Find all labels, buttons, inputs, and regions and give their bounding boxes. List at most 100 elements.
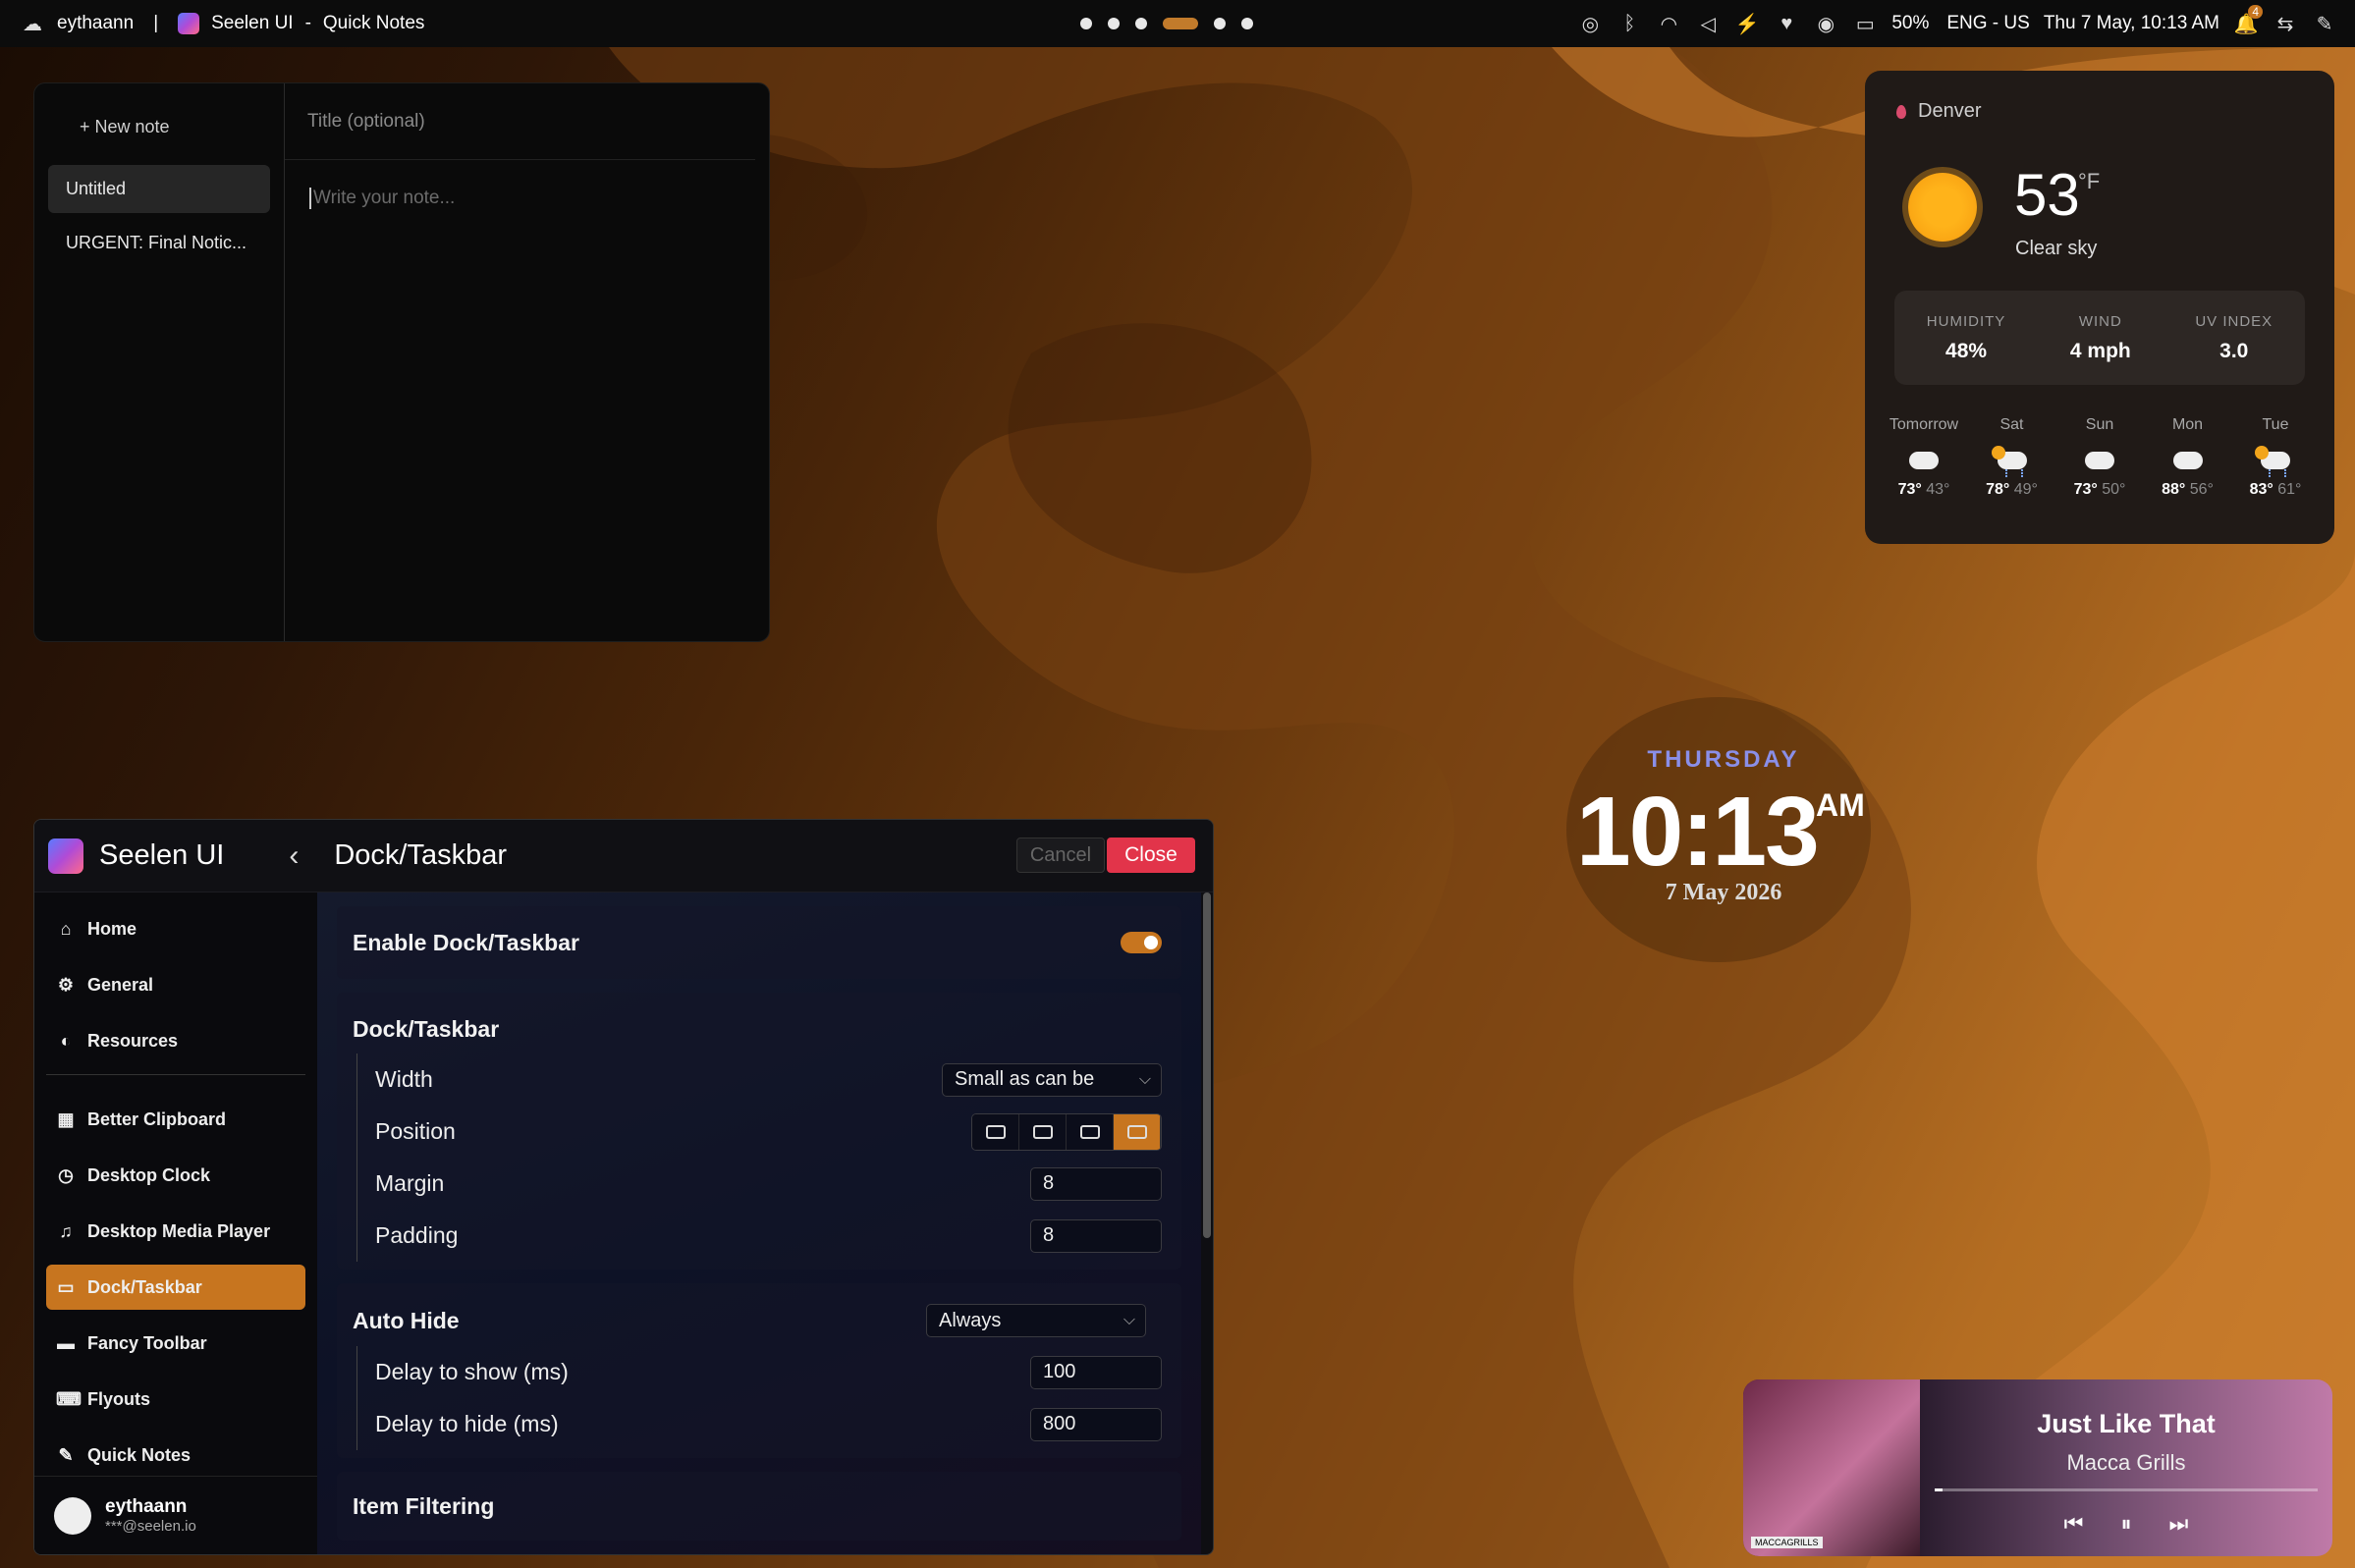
stat-humidity: HUMIDITY 48% bbox=[1927, 313, 2006, 363]
workspace-dot-5[interactable] bbox=[1214, 18, 1226, 29]
volume-icon[interactable]: ◁ bbox=[1695, 11, 1721, 36]
top-bar-separator: | bbox=[153, 13, 159, 33]
cancel-button[interactable]: Cancel bbox=[1016, 838, 1105, 873]
sidebar-item-general[interactable]: ⚙ General bbox=[46, 962, 305, 1007]
enable-label: Enable Dock/Taskbar bbox=[353, 929, 579, 955]
weather-unit: °F bbox=[2078, 169, 2101, 193]
sidebar-item-desktop-clock[interactable]: ◷ Desktop Clock bbox=[46, 1153, 305, 1198]
forecast-low: 49° bbox=[2013, 481, 2038, 498]
settings-toggle-icon[interactable]: ⇆ bbox=[2273, 11, 2298, 36]
sidebar-divider bbox=[46, 1074, 305, 1075]
note-title-field[interactable]: Title (optional) bbox=[285, 83, 755, 160]
forecast-day-name: Sun bbox=[2085, 416, 2114, 433]
seelen-app-icon bbox=[178, 13, 200, 34]
forecast-day: Sat 78° 49° bbox=[1971, 416, 2054, 499]
cover-label: MACCAGRILLS bbox=[1751, 1537, 1823, 1548]
top-bar: ☁ eythaann | Seelen UI - Quick Notes ◎ ᛒ… bbox=[0, 0, 2355, 47]
workspace-dot-2[interactable] bbox=[1108, 18, 1120, 29]
sidebar-item-label: Dock/Taskbar bbox=[87, 1276, 202, 1297]
margin-value: 8 bbox=[1043, 1172, 1055, 1194]
forecast-high: 83° bbox=[2249, 481, 2273, 498]
delay-show-input[interactable]: 100 bbox=[1030, 1355, 1162, 1389]
album-cover: MACCAGRILLS bbox=[1743, 1379, 1920, 1556]
note-body-field[interactable]: Write your note... bbox=[285, 160, 769, 209]
position-selector bbox=[971, 1112, 1162, 1151]
close-button[interactable]: Close bbox=[1107, 838, 1195, 873]
workspace-dot-1[interactable] bbox=[1080, 18, 1092, 29]
settings-scrollbar[interactable] bbox=[1203, 892, 1211, 1238]
top-bar-app-name[interactable]: Seelen UI bbox=[211, 13, 293, 34]
item-filtering-label: Item Filtering bbox=[353, 1492, 495, 1519]
padding-input[interactable]: 8 bbox=[1030, 1218, 1162, 1253]
weather-temperature: 53 bbox=[2014, 162, 2080, 228]
back-chevron-icon[interactable]: ‹ bbox=[289, 839, 299, 873]
sidebar-item-quick-notes[interactable]: ✎ Quick Notes bbox=[46, 1433, 305, 1478]
clock-ampm: AM bbox=[1816, 787, 1865, 823]
check-circle-icon[interactable]: ◎ bbox=[1577, 11, 1603, 36]
sidebar-item-desktop-media-player[interactable]: ♫ Desktop Media Player bbox=[46, 1209, 305, 1254]
margin-input[interactable]: 8 bbox=[1030, 1166, 1162, 1201]
note-body-placeholder: Write your note... bbox=[313, 188, 456, 209]
notification-count-badge: 4 bbox=[2248, 5, 2263, 19]
delay-hide-input[interactable]: 800 bbox=[1030, 1407, 1162, 1441]
datetime[interactable]: Thu 7 May, 10:13 AM bbox=[2044, 13, 2219, 34]
top-bar-user[interactable]: eythaann bbox=[57, 13, 134, 34]
sidebar-item-fancy-toolbar[interactable]: ▬ Fancy Toolbar bbox=[46, 1321, 305, 1366]
sidebar-item-flyouts[interactable]: ⌨ Flyouts bbox=[46, 1377, 305, 1422]
notes-sidebar: + New note Untitled URGENT: Final Notic.… bbox=[34, 83, 285, 641]
battery-icon[interactable]: ▭ bbox=[1852, 11, 1878, 36]
forecast-low: 56° bbox=[2189, 481, 2214, 498]
user-email: ***@seelen.io bbox=[105, 1518, 196, 1535]
language-indicator[interactable]: ENG - US bbox=[1946, 13, 2029, 34]
sidebar-item-label: General bbox=[87, 974, 154, 995]
dock-icon: ▭ bbox=[57, 1276, 75, 1297]
enable-toggle[interactable] bbox=[1121, 932, 1162, 953]
margin-label: Margin bbox=[375, 1170, 445, 1196]
position-right-button[interactable] bbox=[1019, 1113, 1067, 1150]
sidebar-item-resources[interactable]: ◐ Resources bbox=[46, 1018, 305, 1063]
workspace-dot-3[interactable] bbox=[1135, 18, 1147, 29]
stat-value: 4 mph bbox=[2069, 339, 2131, 362]
new-note-button[interactable]: + New note bbox=[48, 97, 270, 165]
cloud-icon bbox=[2085, 452, 2114, 469]
heart-icon[interactable]: ♥ bbox=[1774, 11, 1799, 36]
battery-percent[interactable]: 50% bbox=[1891, 13, 1929, 34]
weather-stats: HUMIDITY 48% WIND 4 mph UV INDEX 3.0 bbox=[1894, 291, 2305, 385]
settings-window: Seelen UI ‹ Dock/Taskbar Cancel Close ⌂ H… bbox=[33, 819, 1214, 1555]
settings-user[interactable]: eythaann ***@seelen.io bbox=[34, 1476, 317, 1554]
padding-label: Padding bbox=[375, 1222, 459, 1248]
previous-track-icon[interactable]: ⏮ bbox=[2064, 1511, 2084, 1537]
sidebar-item-better-clipboard[interactable]: ▦ Better Clipboard bbox=[46, 1097, 305, 1142]
edit-icon[interactable]: ✎ bbox=[2312, 11, 2337, 36]
bell-icon[interactable]: 🔔 4 bbox=[2233, 5, 2263, 36]
bluetooth-icon[interactable]: ᛒ bbox=[1616, 11, 1642, 36]
media-progress-bar[interactable] bbox=[1935, 1488, 2318, 1491]
position-left-button[interactable] bbox=[972, 1113, 1019, 1150]
stat-value: 3.0 bbox=[2219, 339, 2249, 362]
sidebar-item-home[interactable]: ⌂ Home bbox=[46, 906, 305, 951]
power-icon[interactable]: ⚡ bbox=[1734, 11, 1760, 36]
pause-icon[interactable]: ⏸ bbox=[2120, 1511, 2131, 1537]
next-track-icon[interactable]: ⏭ bbox=[2169, 1511, 2189, 1537]
workspace-dot-4-active[interactable] bbox=[1163, 18, 1198, 29]
position-top-button[interactable] bbox=[1067, 1113, 1114, 1150]
user-avatar-icon[interactable]: ☁ bbox=[20, 11, 45, 36]
gamepad-icon[interactable]: ◉ bbox=[1813, 11, 1838, 36]
enable-row: Enable Dock/Taskbar bbox=[337, 906, 1181, 979]
sun-icon bbox=[1908, 173, 1977, 242]
position-bottom-icon bbox=[1126, 1124, 1147, 1139]
top-bar-window-title[interactable]: Quick Notes bbox=[323, 13, 424, 34]
note-item-urgent[interactable]: URGENT: Final Notic... bbox=[48, 219, 270, 267]
note-item-untitled[interactable]: Untitled bbox=[48, 165, 270, 213]
position-bottom-button[interactable] bbox=[1114, 1113, 1161, 1150]
sidebar-item-label: Home bbox=[87, 918, 137, 939]
wifi-icon[interactable]: ◠ bbox=[1656, 11, 1681, 36]
media-progress-fill bbox=[1935, 1488, 1943, 1491]
autohide-select[interactable]: Always ⌵ bbox=[926, 1304, 1146, 1337]
workspace-switcher bbox=[1080, 0, 1253, 47]
width-select[interactable]: Small as can be ⌵ bbox=[942, 1062, 1162, 1097]
workspace-dot-6[interactable] bbox=[1241, 18, 1253, 29]
sidebar-item-label: Better Clipboard bbox=[87, 1108, 227, 1129]
sidebar-item-dock-taskbar[interactable]: ▭ Dock/Taskbar bbox=[46, 1265, 305, 1310]
forecast-low: 61° bbox=[2277, 481, 2302, 498]
